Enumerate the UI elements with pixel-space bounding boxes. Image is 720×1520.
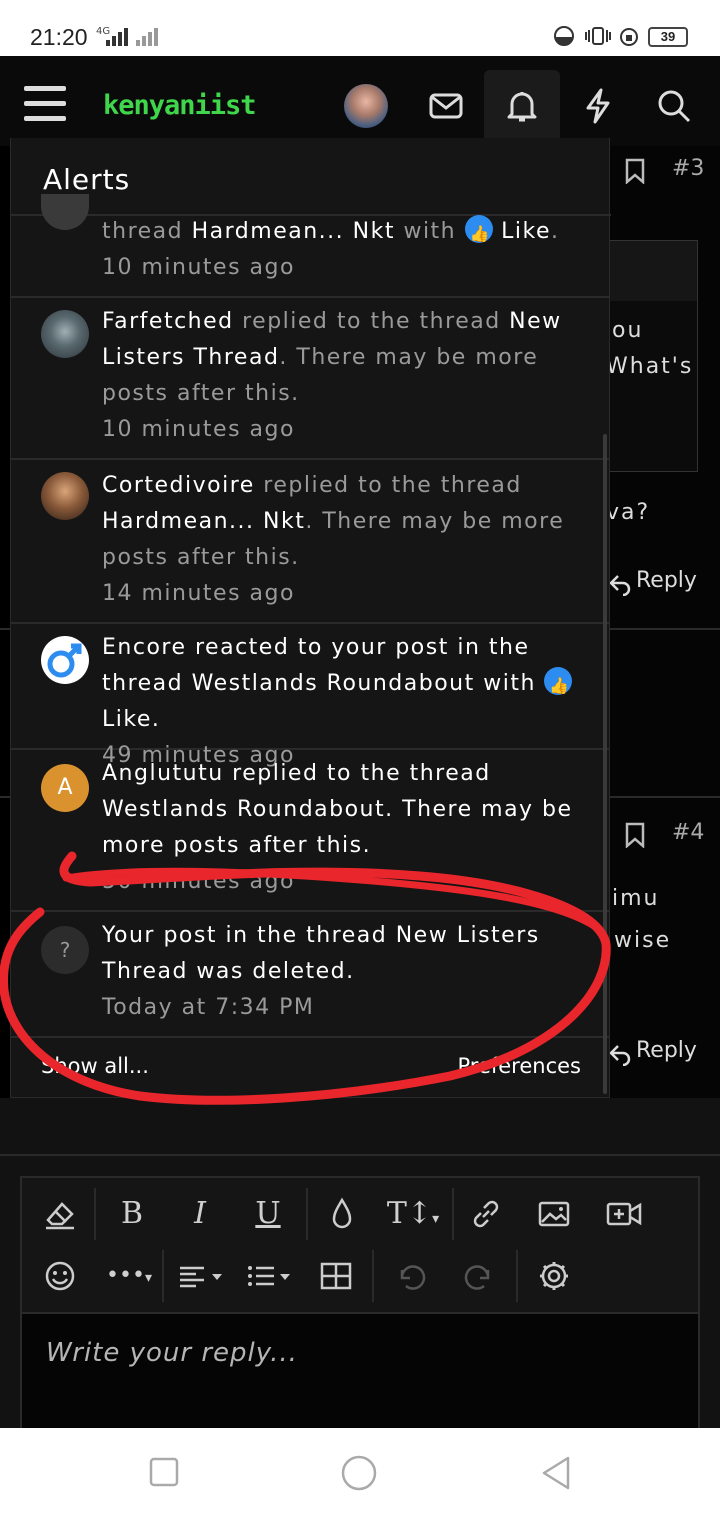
bookmark-icon[interactable] xyxy=(624,822,646,848)
reply-icon[interactable] xyxy=(608,572,632,596)
reply-placeholder: Write your reply... xyxy=(46,1338,298,1368)
post-number[interactable]: #3 xyxy=(672,156,704,181)
bell-icon[interactable] xyxy=(502,86,542,126)
alert-item[interactable]: ? Your post in the thread New Listers Th… xyxy=(11,912,609,1038)
mail-icon[interactable] xyxy=(426,86,466,126)
signal-icon xyxy=(106,28,132,46)
status-time: 21:20 xyxy=(30,24,88,50)
signal-icon-2 xyxy=(136,28,162,46)
bg-text: What's xyxy=(606,354,694,379)
vibrate-icon xyxy=(585,27,611,45)
like-icon xyxy=(544,667,573,704)
status-bar: 21:20 4G 39 xyxy=(0,0,720,56)
show-all-link[interactable]: Show all... xyxy=(41,1054,149,1078)
site-logo[interactable]: kenyaniist xyxy=(103,90,257,121)
color-drop-icon[interactable] xyxy=(322,1194,362,1234)
menu-icon[interactable] xyxy=(24,86,66,122)
image-icon[interactable] xyxy=(534,1194,574,1234)
alert-item[interactable]: thread Hardmean... Nkt with Like. 10 min… xyxy=(11,194,609,298)
scrollbar[interactable] xyxy=(603,434,607,1094)
like-icon xyxy=(464,215,493,252)
reply-link[interactable]: Reply xyxy=(636,1038,697,1063)
alert-item[interactable]: Cortedivoire replied to the thread Hardm… xyxy=(11,460,609,624)
top-nav: kenyaniist xyxy=(0,56,720,146)
alert-item[interactable]: Farfetched replied to the thread New Lis… xyxy=(11,298,609,460)
undo-icon[interactable] xyxy=(390,1256,430,1296)
list-icon[interactable] xyxy=(244,1256,298,1296)
alert-time: 10 minutes ago xyxy=(102,255,295,280)
unknown-avatar-icon: ? xyxy=(41,926,89,974)
data-saver-icon xyxy=(554,26,574,46)
alert-time: 14 minutes ago xyxy=(102,581,295,606)
reply-icon[interactable] xyxy=(608,1042,632,1066)
bolt-icon[interactable] xyxy=(578,86,618,126)
bold-icon[interactable]: B xyxy=(112,1194,152,1234)
table-icon[interactable] xyxy=(316,1256,356,1296)
preferences-link[interactable]: Preferences xyxy=(457,1054,581,1078)
avatar xyxy=(41,194,89,230)
android-nav-bar xyxy=(0,1428,720,1520)
more-options-icon[interactable]: •••▾ xyxy=(102,1256,156,1296)
post-number[interactable]: #4 xyxy=(672,820,704,845)
avatar xyxy=(41,472,89,520)
alerts-dropdown: Alerts thread Hardmean... Nkt with Like.… xyxy=(10,138,611,1098)
bg-text: ou xyxy=(612,318,644,343)
avatar xyxy=(41,310,89,358)
eraser-icon[interactable] xyxy=(40,1194,80,1234)
reply-link[interactable]: Reply xyxy=(636,568,697,593)
bg-text: imu xyxy=(612,886,660,911)
text-size-icon[interactable]: T↕▾ xyxy=(386,1194,440,1234)
alert-time: 10 minutes ago xyxy=(102,417,295,442)
underline-icon[interactable]: U xyxy=(248,1194,288,1234)
bg-text: wise xyxy=(614,928,672,953)
alert-item[interactable]: Encore reacted to your post in the threa… xyxy=(11,624,609,768)
editor-toolbar-row-1: B I U T↕▾ xyxy=(22,1182,702,1246)
recents-icon[interactable] xyxy=(148,1456,180,1488)
alarm-icon xyxy=(620,28,638,46)
home-icon[interactable] xyxy=(340,1454,378,1492)
italic-icon[interactable]: I xyxy=(180,1194,220,1234)
video-icon[interactable] xyxy=(604,1194,644,1234)
battery-indicator: 39 xyxy=(648,27,688,47)
alert-time: 50 minutes ago xyxy=(102,869,295,894)
avatar-letter: A xyxy=(41,764,89,812)
alerts-title: Alerts xyxy=(43,163,131,196)
search-icon[interactable] xyxy=(654,86,694,126)
user-avatar[interactable] xyxy=(344,84,388,128)
align-icon[interactable] xyxy=(176,1256,230,1296)
reply-editor: B I U T↕▾ •••▾ Write your reply... xyxy=(20,1176,702,1430)
male-symbol-avatar xyxy=(41,636,89,684)
alert-time: Today at 7:34 PM xyxy=(102,995,315,1020)
alert-item[interactable]: A Anglututu replied to the thread Westla… xyxy=(11,750,609,912)
link-icon[interactable] xyxy=(466,1194,506,1234)
reply-input[interactable]: Write your reply... xyxy=(22,1312,698,1430)
emoji-icon[interactable] xyxy=(40,1256,80,1296)
gear-icon[interactable] xyxy=(534,1256,574,1296)
bg-text: va? xyxy=(606,500,651,525)
alerts-footer: Show all... Preferences xyxy=(41,1054,581,1078)
bookmark-icon[interactable] xyxy=(624,158,646,184)
back-icon[interactable] xyxy=(538,1454,574,1492)
editor-toolbar-row-2: •••▾ xyxy=(22,1244,702,1308)
redo-icon[interactable] xyxy=(460,1256,500,1296)
